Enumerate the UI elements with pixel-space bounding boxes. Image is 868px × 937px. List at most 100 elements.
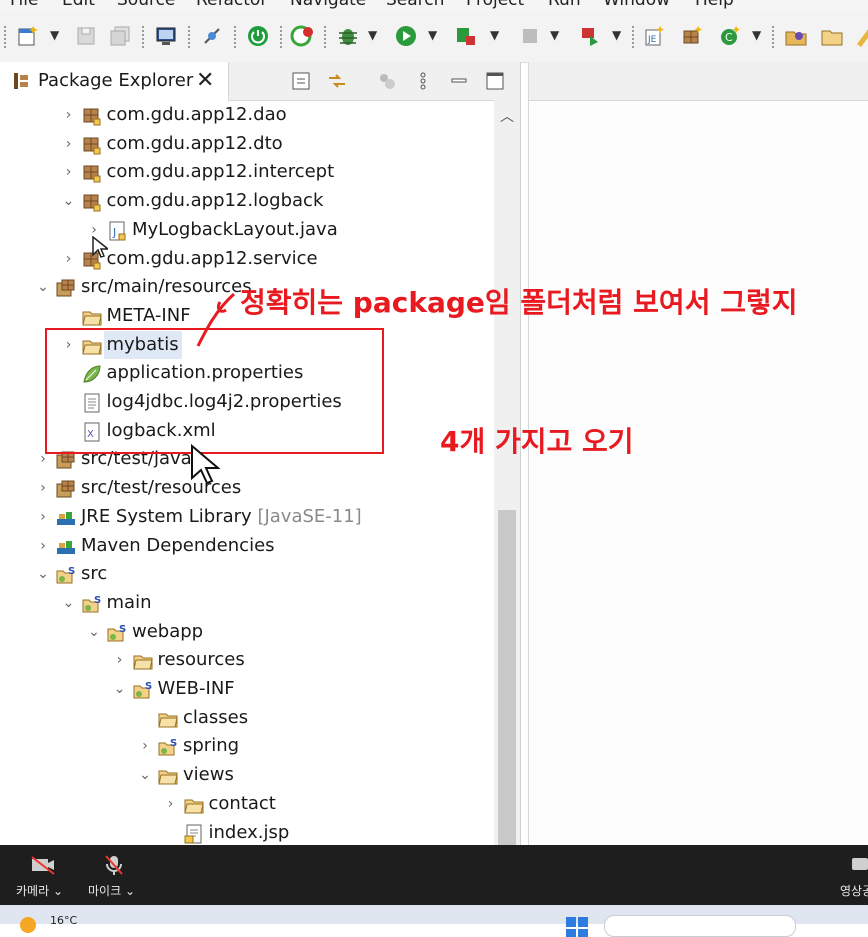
debug-icon[interactable]	[336, 24, 360, 48]
stop-icon[interactable]	[518, 24, 542, 48]
debug-skip-icon[interactable]	[200, 24, 224, 48]
mic-label[interactable]: 마이크 ⌄	[88, 882, 135, 899]
tree-item[interactable]: › J MyLogbackLayout.java	[0, 216, 494, 244]
windows-start-icon[interactable]	[566, 917, 576, 927]
chevron-down-icon[interactable]: ⌄	[138, 761, 152, 789]
run-icon[interactable]	[394, 24, 418, 48]
tree-item[interactable]: › com.gdu.app12.dao	[0, 101, 494, 129]
tree-item[interactable]: › resources	[0, 646, 494, 674]
tree-item[interactable]: › Maven Dependencies	[0, 532, 494, 560]
chevron-right-icon[interactable]: ›	[62, 101, 76, 129]
menu-run[interactable]: Run	[548, 0, 581, 10]
tree-item[interactable]: ⌄ views	[0, 761, 494, 789]
minimize-icon[interactable]	[448, 70, 470, 92]
menu-project[interactable]: Project	[466, 0, 524, 10]
menu-source[interactable]: Source	[117, 0, 175, 10]
tree-item[interactable]: ⌄ Ssrc	[0, 560, 494, 588]
chevron-down-icon[interactable]: ▼	[50, 28, 59, 42]
mic-off-icon[interactable]	[104, 854, 124, 876]
chevron-right-icon[interactable]: ›	[62, 130, 76, 158]
chevron-right-icon[interactable]: ›	[36, 532, 50, 560]
tree-item[interactable]: ⌄ Smain	[0, 589, 494, 617]
folder-icon	[158, 766, 178, 786]
tab-package-explorer[interactable]: Package Explorer ✕	[0, 62, 229, 102]
tree-item[interactable]: ⌄ S WEB-INF	[0, 675, 494, 703]
tree-item[interactable]: ⌄ Swebapp	[0, 618, 494, 646]
chevron-down-icon[interactable]: ⌄	[113, 675, 127, 703]
chevron-right-icon[interactable]: ›	[164, 790, 178, 818]
menu-edit[interactable]: Edit	[62, 0, 95, 10]
terminal-icon[interactable]	[154, 24, 178, 48]
close-icon[interactable]: ✕	[196, 68, 214, 93]
external-tools-icon[interactable]	[578, 24, 602, 48]
spring-refresh-icon[interactable]	[290, 24, 314, 48]
scroll-up-icon[interactable]: ︿	[500, 106, 514, 126]
maximize-icon[interactable]	[484, 70, 506, 92]
chevron-down-icon[interactable]: ⌄	[62, 589, 76, 617]
chevron-right-icon[interactable]: ›	[138, 732, 152, 760]
menu-search[interactable]: Search	[386, 0, 444, 10]
tree-item[interactable]: › com.gdu.app12.intercept	[0, 158, 494, 186]
weather-temp[interactable]: 16°C	[50, 914, 77, 927]
open-type-icon[interactable]	[784, 24, 808, 48]
tree-item[interactable]: › JRE System Library [JavaSE-11]	[0, 503, 494, 531]
chevron-down-icon[interactable]: ⌄	[87, 618, 101, 646]
menu-file[interactable]: File	[10, 0, 38, 10]
new-package-icon[interactable]	[680, 24, 704, 48]
chevron-down-icon[interactable]: ▼	[612, 28, 621, 42]
taskbar-search-box[interactable]	[604, 915, 796, 937]
tree-item[interactable]: ⌄ com.gdu.app12.logback	[0, 187, 494, 215]
tree-item[interactable]: › contact	[0, 790, 494, 818]
tree-item-label: spring	[183, 735, 240, 757]
link-with-editor-icon[interactable]	[326, 70, 348, 92]
open-folder-icon[interactable]	[820, 24, 844, 48]
chevron-down-icon[interactable]: ▼	[428, 28, 437, 42]
chevron-right-icon[interactable]: ›	[62, 245, 76, 273]
chevron-down-icon[interactable]: ⌄	[36, 273, 50, 301]
chevron-right-icon[interactable]: ›	[62, 158, 76, 186]
menu-help[interactable]: Help	[695, 0, 734, 10]
filters-icon[interactable]	[376, 70, 398, 92]
menu-navigate[interactable]: Navigate	[290, 0, 366, 10]
chevron-down-icon[interactable]: ⌄	[36, 560, 50, 588]
camera-off-icon[interactable]	[30, 855, 56, 875]
save-icon[interactable]	[74, 24, 98, 48]
folder-icon	[132, 651, 153, 671]
chevron-right-icon[interactable]: ›	[36, 474, 50, 502]
vertical-scrollbar[interactable]: ︿	[494, 100, 520, 845]
new-class-icon[interactable]: C	[718, 24, 742, 48]
new-java-class-icon[interactable]: JE	[642, 24, 666, 48]
camera-label[interactable]: 카메라 ⌄	[16, 882, 63, 899]
share-label[interactable]: 영상공	[840, 882, 868, 899]
toolbar-separator	[142, 26, 144, 48]
menu-window[interactable]: Window	[603, 0, 670, 10]
scrollbar-thumb[interactable]	[498, 510, 516, 845]
save-all-icon[interactable]	[108, 24, 132, 48]
annotate-icon[interactable]	[854, 24, 868, 48]
menu-refactor[interactable]: Refactor	[196, 0, 267, 10]
project-tree: › com.gdu.app12.dao › com.gdu.app12.dto › com…	[0, 100, 494, 845]
run-config-icon[interactable]	[454, 24, 478, 48]
share-video-icon[interactable]	[850, 855, 868, 873]
view-menu-icon[interactable]	[412, 70, 434, 92]
chevron-right-icon[interactable]: ›	[36, 503, 50, 531]
tree-item-label: main	[106, 591, 152, 613]
weather-icon[interactable]	[20, 917, 36, 933]
tree-item[interactable]: index.jsp	[0, 819, 494, 846]
svg-text:S: S	[170, 738, 177, 749]
chevron-down-icon[interactable]: ⌄	[62, 187, 76, 215]
tree-item[interactable]: › com.gdu.app12.service	[0, 245, 494, 273]
new-icon[interactable]	[16, 24, 40, 48]
chevron-down-icon[interactable]: ▼	[752, 28, 761, 42]
spring-folder-icon: S	[107, 623, 127, 643]
tree-item[interactable]: › src/test/resources	[0, 474, 494, 502]
collapse-all-icon[interactable]	[290, 70, 312, 92]
chevron-right-icon[interactable]: ›	[113, 646, 127, 674]
server-start-icon[interactable]	[246, 24, 270, 48]
tree-item[interactable]: › com.gdu.app12.dto	[0, 130, 494, 158]
chevron-down-icon[interactable]: ▼	[550, 28, 559, 42]
tree-item[interactable]: › Sspring	[0, 732, 494, 760]
tree-item[interactable]: classes	[0, 704, 494, 732]
chevron-down-icon[interactable]: ▼	[490, 28, 499, 42]
chevron-down-icon[interactable]: ▼	[368, 28, 377, 42]
